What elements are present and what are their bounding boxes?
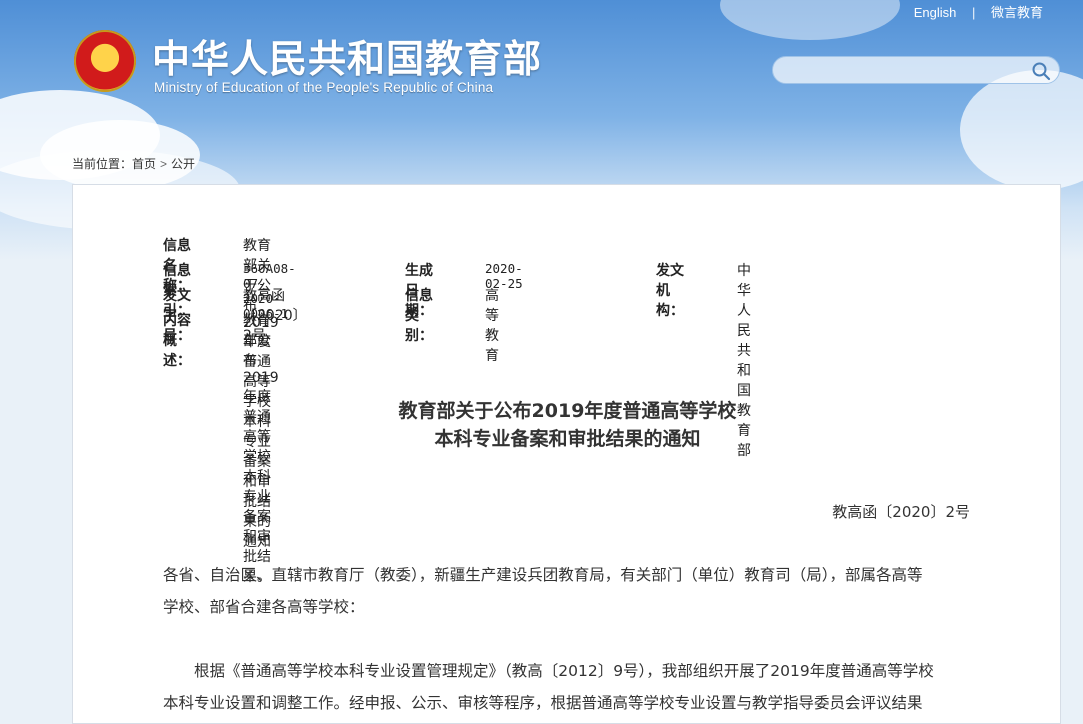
meta-label: 信息类别： <box>405 288 433 344</box>
meta-label: 发文机构： <box>656 263 684 319</box>
cloud-decoration <box>960 70 1083 190</box>
content-panel: 信息名称： 教育部关于公布2019年度普通高等学校本科专业备案和审批结果的通知 … <box>72 184 1061 724</box>
salutation-paragraph: 各省、自治区、直辖市教育厅（教委），新疆生产建设兵团教育局，有关部门（单位）教育… <box>163 559 973 623</box>
cloud-decoration <box>720 0 900 40</box>
meta-value: 高等教育 <box>485 288 499 364</box>
breadcrumb-home[interactable]: 首页 <box>132 157 156 171</box>
english-link[interactable]: English <box>914 5 957 20</box>
link-separator: | <box>971 5 976 20</box>
body-paragraph: 根据《普通高等学校本科专业设置管理规定》（教高〔2012〕9号），我部组织开展了… <box>163 655 973 719</box>
paragraph-line: 学校、部省合建各高等学校： <box>163 598 365 616</box>
national-emblem-icon[interactable] <box>74 30 136 92</box>
paragraph-line: 各省、自治区、直辖市教育厅（教委），新疆生产建设兵团教育局，有关部门（单位）教育… <box>163 566 923 584</box>
breadcrumb-separator: > <box>160 157 168 171</box>
paragraph-line: 根据《普通高等学校本科专业设置管理规定》（教高〔2012〕9号），我部组织开展了… <box>194 662 934 680</box>
document-number: 教高函〔2020〕2号 <box>832 503 970 521</box>
search-input[interactable] <box>787 61 1031 83</box>
document-title: 教育部关于公布2019年度普通高等学校 本科专业备案和审批结果的通知 <box>73 397 1062 453</box>
breadcrumb: 当前位置：首页 > 公开 <box>72 155 195 172</box>
paragraph-line: 本科专业设置和调整工作。经申报、公示、审核等程序，根据普通高等学校专业设置与教学… <box>163 694 923 712</box>
search-icon[interactable] <box>1031 61 1051 81</box>
top-links: English | 微言教育 <box>914 2 1043 21</box>
breadcrumb-prefix: 当前位置： <box>72 157 133 171</box>
site-title[interactable]: 中华人民共和国教育部 <box>152 28 542 83</box>
meta-label: 内容概述： <box>163 313 191 369</box>
document-title-line: 本科专业备案和审批结果的通知 <box>434 428 701 450</box>
search-box <box>772 56 1060 84</box>
site-subtitle: Ministry of Education of the People's Re… <box>154 80 494 95</box>
weiyan-link[interactable]: 微言教育 <box>991 5 1043 20</box>
document-title-line: 教育部关于公布2019年度普通高等学校 <box>398 400 737 422</box>
breadcrumb-public[interactable]: 公开 <box>171 157 195 171</box>
